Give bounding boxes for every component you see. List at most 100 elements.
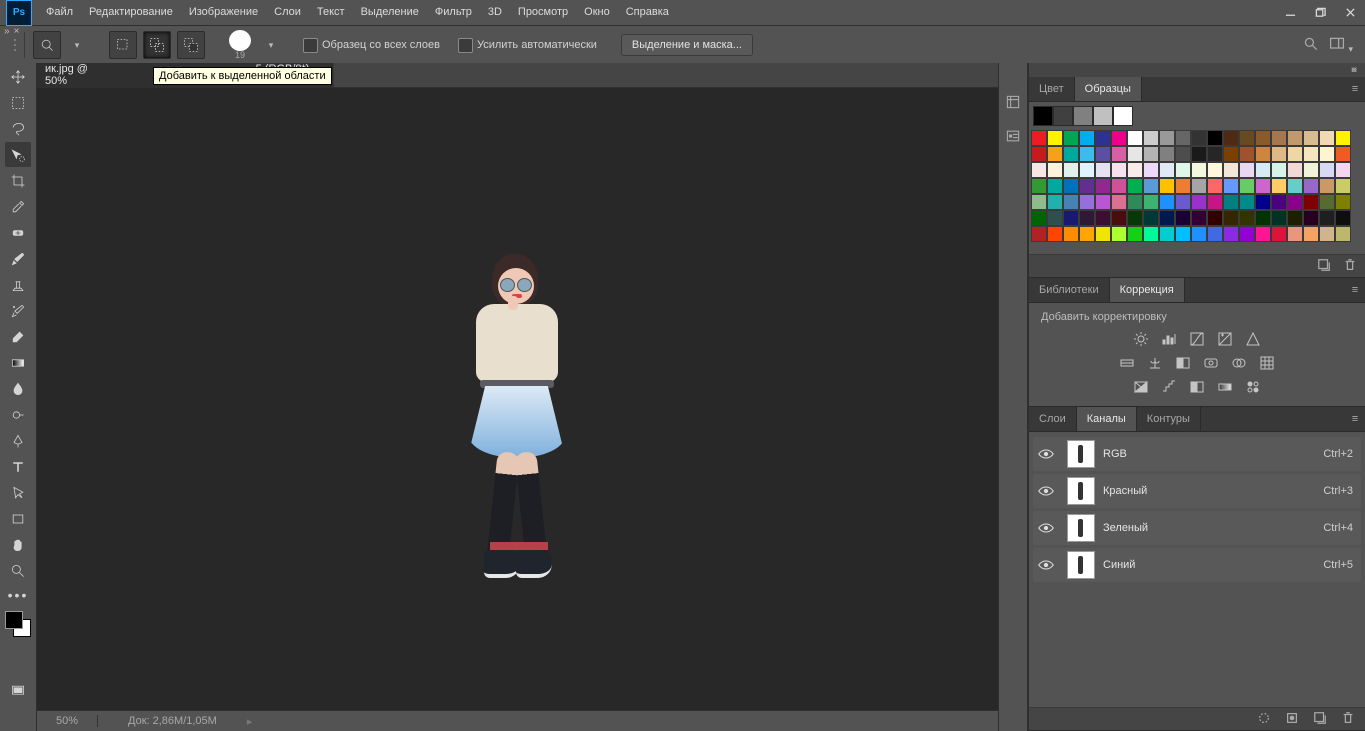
swatch[interactable]	[1031, 210, 1047, 226]
swatch[interactable]	[1255, 226, 1271, 242]
visibility-icon[interactable]	[1033, 485, 1059, 497]
swatch[interactable]	[1255, 178, 1271, 194]
adj-mixer-icon[interactable]	[1229, 354, 1249, 372]
swatch[interactable]	[1175, 210, 1191, 226]
swatch[interactable]	[1063, 226, 1079, 242]
brush-tool[interactable]	[5, 246, 31, 271]
delete-swatch-icon[interactable]	[1343, 258, 1357, 275]
tab-libraries[interactable]: Библиотеки	[1029, 278, 1110, 302]
tool-preset-dropdown[interactable]: ▾	[67, 35, 87, 55]
visibility-icon[interactable]	[1033, 522, 1059, 534]
search-icon[interactable]	[1303, 36, 1319, 55]
swatch[interactable]	[1287, 226, 1303, 242]
swatch[interactable]	[1127, 194, 1143, 210]
swatch[interactable]	[1063, 194, 1079, 210]
adj-balance-icon[interactable]	[1145, 354, 1165, 372]
swatch[interactable]	[1143, 162, 1159, 178]
swatch[interactable]	[1191, 226, 1207, 242]
swatch[interactable]	[1047, 210, 1063, 226]
swatch[interactable]	[1127, 162, 1143, 178]
swatch[interactable]	[1303, 226, 1319, 242]
swatch[interactable]	[1047, 130, 1063, 146]
swatch[interactable]	[1239, 130, 1255, 146]
swatch[interactable]	[1079, 130, 1095, 146]
swatch[interactable]	[1031, 178, 1047, 194]
window-minimize[interactable]	[1275, 0, 1305, 25]
swatch[interactable]	[1335, 194, 1351, 210]
swatch[interactable]	[1095, 210, 1111, 226]
menu-файл[interactable]: Файл	[38, 0, 81, 25]
swatch[interactable]	[1223, 146, 1239, 162]
swatch[interactable]	[1207, 226, 1223, 242]
screen-mode-button[interactable]	[5, 678, 31, 703]
menu-окно[interactable]: Окно	[576, 0, 618, 25]
swatch[interactable]	[1047, 194, 1063, 210]
swatch[interactable]	[1175, 146, 1191, 162]
swatch[interactable]	[1047, 162, 1063, 178]
eyedropper-tool[interactable]	[5, 194, 31, 219]
swatch[interactable]	[1143, 146, 1159, 162]
gradient-tool[interactable]	[5, 350, 31, 375]
swatch[interactable]	[1287, 194, 1303, 210]
mode-new-selection[interactable]	[109, 31, 137, 59]
swatch[interactable]	[1175, 162, 1191, 178]
swatch[interactable]	[1319, 194, 1335, 210]
new-swatch-icon[interactable]	[1317, 258, 1331, 275]
menu-слои[interactable]: Слои	[266, 0, 309, 25]
swatch[interactable]	[1335, 130, 1351, 146]
quick-selection-tool[interactable]	[5, 142, 31, 167]
swatch[interactable]	[1111, 210, 1127, 226]
menu-справка[interactable]: Справка	[618, 0, 677, 25]
swatch[interactable]	[1223, 178, 1239, 194]
blur-tool[interactable]	[5, 376, 31, 401]
menu-текст[interactable]: Текст	[309, 0, 353, 25]
menu-3d[interactable]: 3D	[480, 0, 510, 25]
swatch[interactable]	[1159, 162, 1175, 178]
swatch[interactable]	[1111, 178, 1127, 194]
swatch[interactable]	[1127, 226, 1143, 242]
swatch[interactable]	[1159, 226, 1175, 242]
swatch[interactable]	[1031, 194, 1047, 210]
swatch[interactable]	[1033, 106, 1053, 126]
swatch[interactable]	[1143, 226, 1159, 242]
adj-selective-icon[interactable]	[1243, 378, 1263, 396]
swatch[interactable]	[1319, 130, 1335, 146]
menu-редактирование[interactable]: Редактирование	[81, 0, 181, 25]
swatch[interactable]	[1159, 194, 1175, 210]
swatch[interactable]	[1287, 146, 1303, 162]
clone-stamp-tool[interactable]	[5, 272, 31, 297]
swatch[interactable]	[1191, 130, 1207, 146]
adj-exposure-icon[interactable]	[1215, 330, 1235, 348]
swatch[interactable]	[1063, 130, 1079, 146]
swatch[interactable]	[1319, 162, 1335, 178]
swatch[interactable]	[1335, 178, 1351, 194]
brush-preview[interactable]: 19	[225, 30, 255, 60]
swatch[interactable]	[1127, 146, 1143, 162]
swatch[interactable]	[1111, 162, 1127, 178]
swatch[interactable]	[1207, 146, 1223, 162]
delete-channel-icon[interactable]	[1341, 711, 1355, 728]
swatch[interactable]	[1143, 178, 1159, 194]
menu-выделение[interactable]: Выделение	[353, 0, 427, 25]
swatch[interactable]	[1159, 146, 1175, 162]
swatch[interactable]	[1079, 162, 1095, 178]
adj-vibrance-icon[interactable]	[1243, 330, 1263, 348]
swatch[interactable]	[1047, 178, 1063, 194]
visibility-icon[interactable]	[1033, 559, 1059, 571]
swatch[interactable]	[1223, 226, 1239, 242]
swatch[interactable]	[1319, 178, 1335, 194]
hand-tool[interactable]	[5, 532, 31, 557]
swatch[interactable]	[1079, 146, 1095, 162]
swatch[interactable]	[1239, 146, 1255, 162]
select-and-mask-button[interactable]: Выделение и маска...	[621, 34, 753, 56]
visibility-icon[interactable]	[1033, 448, 1059, 460]
brush-dropdown[interactable]: ▾	[261, 35, 281, 55]
swatch[interactable]	[1159, 210, 1175, 226]
tab-layers[interactable]: Слои	[1029, 407, 1077, 431]
swatch[interactable]	[1127, 178, 1143, 194]
adj-curves-icon[interactable]	[1187, 330, 1207, 348]
history-panel-icon[interactable]	[1002, 91, 1024, 113]
status-more-icon[interactable]: ▸	[247, 715, 253, 728]
status-doc-info[interactable]: Док: 2,86M/1,05M	[98, 715, 247, 727]
fg-bg-swatches[interactable]	[5, 611, 31, 637]
